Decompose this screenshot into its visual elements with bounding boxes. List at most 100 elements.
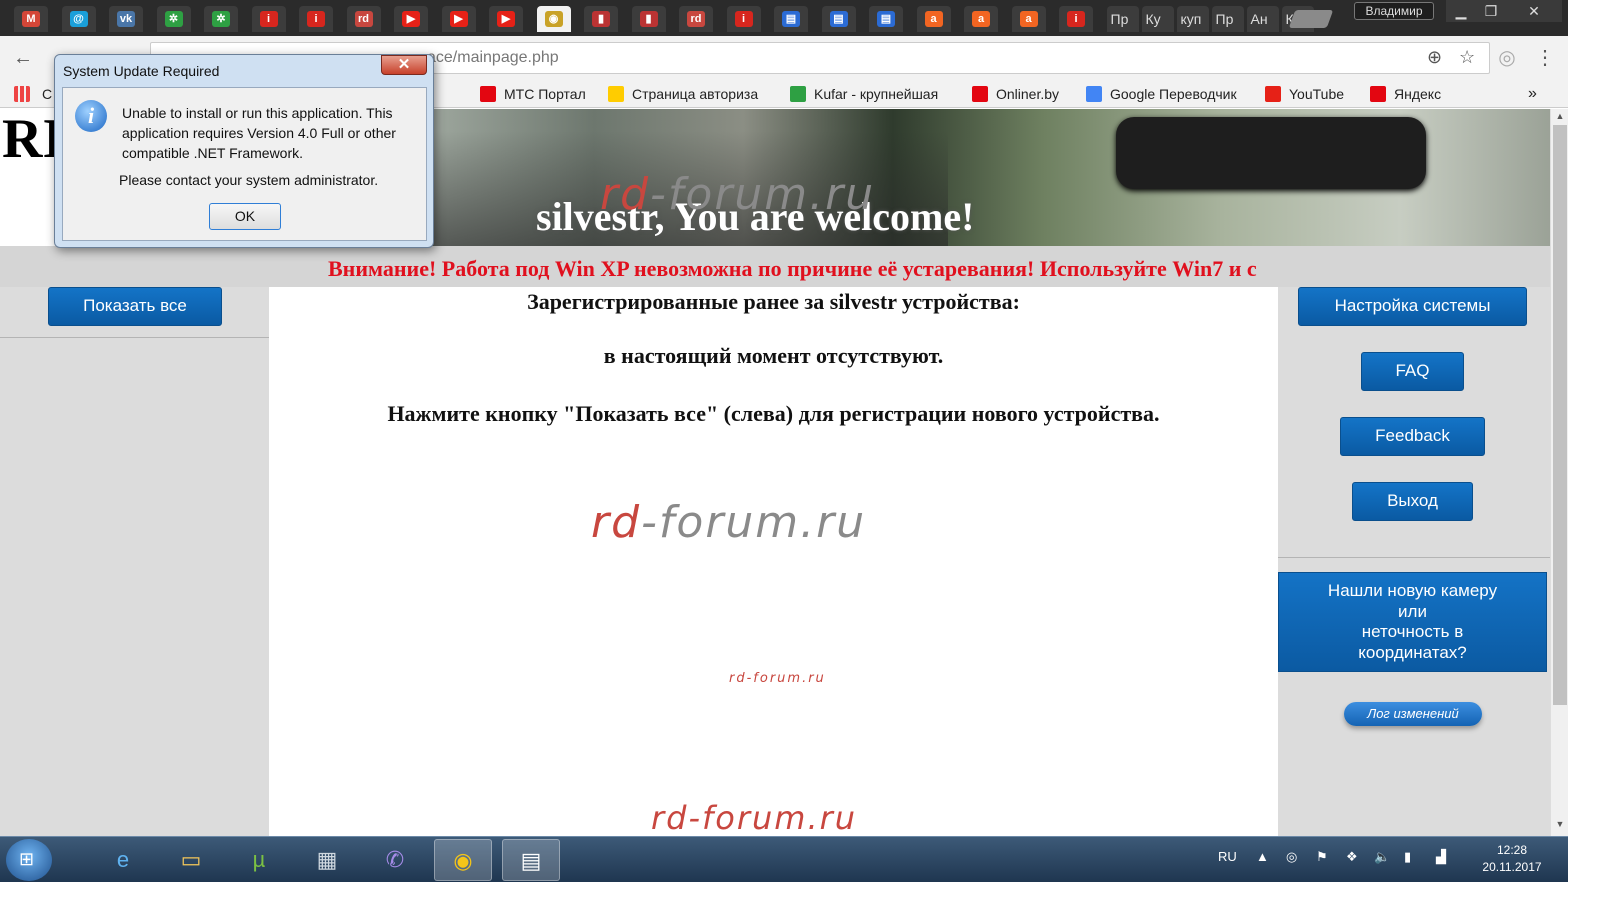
system-settings-button[interactable]: Настройка системы	[1298, 287, 1527, 326]
browser-tab[interactable]: ✲	[204, 6, 238, 32]
browser-tab[interactable]: ▶	[489, 6, 523, 32]
browser-tab[interactable]: ▤	[821, 6, 856, 32]
explorer-icon[interactable]: ▭	[162, 839, 220, 881]
close-window-icon[interactable]: ✕	[1506, 0, 1562, 22]
browser-tab[interactable]: @	[61, 6, 96, 32]
chrome-icon[interactable]: ◉	[434, 839, 492, 881]
dialog-close-icon[interactable]: ✕	[381, 55, 427, 75]
browser-tab[interactable]: i	[1059, 6, 1093, 32]
browser-tab[interactable]: ▶	[441, 6, 476, 32]
maximize-icon[interactable]: ❐	[1476, 0, 1506, 22]
mirror-image	[1116, 117, 1426, 189]
browser-tab[interactable]: куп	[1176, 6, 1209, 32]
system-clock[interactable]: 12:28 20.11.2017	[1470, 842, 1554, 876]
browser-tab[interactable]: ▤	[869, 6, 903, 32]
bookmark-favicon-icon	[608, 86, 624, 102]
camera-box-line: или	[1398, 601, 1427, 621]
dialog-title: System Update Required	[63, 63, 220, 79]
back-icon[interactable]: ←	[10, 46, 36, 70]
browser-tab[interactable]: M	[14, 6, 48, 32]
calculator-icon[interactable]: ▦	[298, 839, 356, 881]
changelog-button[interactable]: Лог изменений	[1344, 702, 1482, 726]
network-icon[interactable]: ▟	[1436, 849, 1446, 865]
dropbox-icon[interactable]: ❖	[1346, 849, 1358, 865]
faq-button[interactable]: FAQ	[1361, 352, 1464, 391]
feedback-button[interactable]: Feedback	[1340, 417, 1485, 456]
dialog-message: Unable to install or run this applicatio…	[122, 105, 396, 161]
browser-tab[interactable]: ✲	[156, 6, 191, 32]
viber-tray-icon[interactable]: ◎	[1286, 849, 1297, 865]
bookmark-star-icon[interactable]: ☆	[1459, 47, 1475, 68]
new-tab-button[interactable]	[1288, 10, 1334, 28]
tab-favicon-icon: ▤	[877, 11, 895, 27]
tab-favicon-icon: a	[1019, 11, 1038, 27]
viber-icon[interactable]: ✆	[366, 839, 424, 881]
logout-button[interactable]: Выход	[1352, 482, 1473, 521]
volume-icon[interactable]: 🔈	[1374, 849, 1390, 865]
site-logo[interactable]: RI	[0, 109, 56, 246]
browser-tab[interactable]: a	[1011, 6, 1046, 32]
windows-logo-icon: ⊞	[19, 849, 35, 869]
browser-tab[interactable]: rd	[346, 6, 381, 32]
tab-favicon-icon: ▮	[639, 11, 658, 27]
bookmark-item[interactable]: Kufar - крупнейшая	[790, 84, 938, 104]
ie-icon[interactable]: e	[94, 839, 152, 881]
browser-tab[interactable]: a	[916, 6, 951, 32]
browser-tab[interactable]: ▮	[584, 6, 618, 32]
browser-tab[interactable]: Пр	[1211, 6, 1244, 32]
language-indicator[interactable]: RU	[1218, 849, 1237, 864]
warning-marquee: Внимание! Работа под Win XP невозможна п…	[328, 256, 1257, 281]
browser-tab[interactable]: vk	[109, 6, 143, 32]
utorrent-icon[interactable]: µ	[230, 839, 288, 881]
scroll-down-icon[interactable]: ▼	[1551, 819, 1568, 833]
browser-tab[interactable]: Ку	[1141, 6, 1174, 32]
flag-icon[interactable]: ⚑	[1316, 849, 1328, 865]
show-all-button[interactable]: Показать все	[48, 287, 222, 326]
browser-tab[interactable]: ▮	[631, 6, 666, 32]
browser-tab[interactable]: i	[299, 6, 333, 32]
none-message: в настоящий момент отсутствуют.	[603, 343, 944, 368]
browser-tab[interactable]: ▤	[774, 6, 808, 32]
clock-time: 12:28	[1496, 843, 1528, 857]
tab-favicon-icon: i	[307, 11, 325, 27]
browser-tab[interactable]: i	[251, 6, 286, 32]
tab-favicon-icon: ▮	[592, 11, 610, 27]
bookmark-item[interactable]: Яндекс	[1370, 84, 1441, 104]
extension-icon[interactable]: ◎	[1494, 46, 1520, 70]
browser-tab[interactable]: Пр	[1106, 6, 1139, 32]
bookmark-item[interactable]: YouTube	[1265, 84, 1344, 104]
instruction-text: Нажмите кнопку "Показать все" (слева) дл…	[387, 401, 1160, 426]
bookmark-item[interactable]: Google Переводчик	[1086, 84, 1237, 104]
profile-button[interactable]: Владимир	[1354, 2, 1434, 20]
bookmark-item[interactable]: Страница авториза	[608, 84, 758, 104]
bookmark-item[interactable]: Onliner.by	[972, 84, 1059, 104]
start-button[interactable]: ⊞	[6, 839, 52, 881]
browser-tab[interactable]: Ан	[1246, 6, 1279, 32]
page-scrollbar[interactable]: ▲ ▼	[1550, 109, 1568, 836]
more-bookmarks-icon[interactable]: »	[1528, 84, 1537, 104]
tab-favicon-icon: ▶	[497, 11, 515, 27]
tab-favicon-icon: rd	[354, 11, 373, 27]
app-window-icon[interactable]: ▤	[502, 839, 560, 881]
scroll-up-icon[interactable]: ▲	[1551, 111, 1568, 125]
zoom-icon[interactable]: ⊕	[1427, 47, 1442, 68]
browser-tab[interactable]: ◉	[536, 6, 571, 32]
menu-icon[interactable]: ⋮	[1532, 46, 1558, 70]
bookmark-favicon-icon	[972, 86, 988, 102]
minimize-icon[interactable]: ▁	[1446, 0, 1476, 22]
browser-tab[interactable]: i	[726, 6, 761, 32]
battery-icon[interactable]: ▮	[1404, 849, 1411, 865]
ok-button[interactable]: OK	[209, 203, 281, 230]
scroll-thumb[interactable]	[1553, 125, 1567, 705]
bookmark-item[interactable]: МТС Портал	[480, 84, 586, 104]
registered-heading: Зарегистрированные ранее за silvestr уст…	[527, 289, 1020, 314]
bookmark-label: YouTube	[1289, 86, 1345, 102]
tab-favicon-icon: i	[1067, 11, 1085, 27]
browser-tab[interactable]: rd	[679, 6, 713, 32]
browser-tab[interactable]: ▶	[394, 6, 428, 32]
bookmark-item[interactable]: С	[42, 84, 52, 104]
apps-icon[interactable]	[14, 84, 38, 104]
tray-expand-icon[interactable]: ▲	[1256, 849, 1269, 864]
report-camera-button[interactable]: Нашли новую камеру или неточность в коор…	[1278, 572, 1547, 672]
browser-tab[interactable]: a	[964, 6, 998, 32]
